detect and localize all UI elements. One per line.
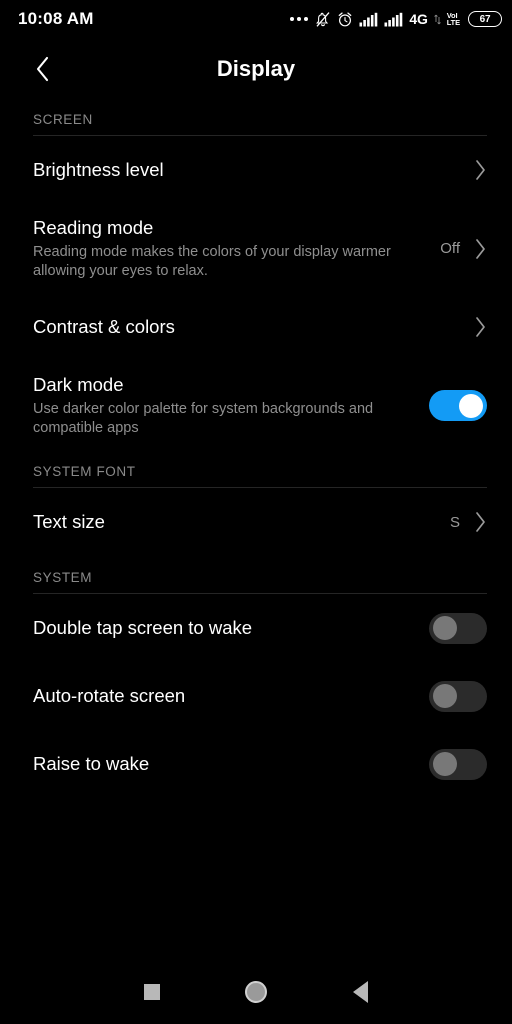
row-value: S — [449, 513, 460, 531]
row-title: Reading mode — [33, 217, 154, 238]
row-reading-mode[interactable]: Reading mode Reading mode makes the colo… — [0, 204, 512, 293]
toggle-thumb — [433, 752, 457, 776]
section-system: SYSTEM Double tap screen to wake Auto-ro… — [0, 556, 512, 798]
row-text: Dark mode Use darker color palette for s… — [33, 373, 429, 438]
row-text: Double tap screen to wake — [33, 616, 429, 640]
row-brightness-level[interactable]: Brightness level — [0, 136, 512, 204]
volte-icon: VoI LTE — [446, 11, 460, 27]
auto-rotate-screen-toggle[interactable] — [429, 680, 487, 712]
signal-bars-sim2-icon — [384, 12, 403, 27]
status-time: 10:08 AM — [18, 9, 94, 28]
row-title: Text size — [33, 511, 105, 532]
battery-icon: 67 — [468, 11, 502, 27]
row-title: Raise to wake — [33, 753, 150, 774]
row-title: Double tap screen to wake — [33, 617, 253, 638]
row-description: Use darker color palette for system back… — [33, 401, 374, 436]
square-recents-icon[interactable] — [128, 968, 176, 1016]
signal-bars-sim1-icon — [359, 12, 378, 27]
more-dots-icon — [290, 17, 309, 21]
section-header-screen: SCREEN — [33, 112, 93, 127]
row-auto-rotate-screen[interactable]: Auto-rotate screen — [0, 662, 512, 730]
battery-percent-label: 67 — [479, 13, 491, 25]
section-header-system-font: SYSTEM FONT — [33, 464, 136, 479]
row-text: Contrast & colors — [33, 315, 474, 339]
chevron-right-icon — [474, 511, 487, 533]
row-value: Off — [440, 240, 460, 257]
row-text: Text size — [33, 510, 450, 534]
row-contrast-and-colors[interactable]: Contrast & colors — [0, 293, 512, 361]
toggle-thumb — [459, 393, 483, 418]
notifications-muted-icon — [315, 11, 331, 28]
section-screen: SCREEN Brightness level Reading mode Rea… — [0, 98, 512, 450]
double-tap-screen-to-wake-toggle[interactable] — [429, 612, 487, 644]
navigation-bar — [0, 960, 512, 1024]
row-double-tap-screen-to-wake[interactable]: Double tap screen to wake — [0, 594, 512, 662]
status-icons-group: 4G VoI LTE 67 — [290, 11, 502, 28]
row-text: Brightness level — [33, 158, 474, 182]
row-title: Dark mode — [33, 374, 124, 395]
row-description: Reading mode makes the colors of your di… — [33, 244, 391, 279]
row-title: Brightness level — [33, 159, 164, 180]
settings-list[interactable]: SCREEN Brightness level Reading mode Rea… — [0, 98, 512, 960]
row-raise-to-wake[interactable]: Raise to wake — [0, 730, 512, 798]
raise-to-wake-toggle[interactable] — [429, 748, 487, 780]
row-dark-mode[interactable]: Dark mode Use darker color palette for s… — [0, 361, 512, 450]
row-text-size[interactable]: Text size S — [0, 488, 512, 556]
row-title: Contrast & colors — [33, 316, 175, 337]
network-type-label: 4G — [409, 11, 428, 27]
toggle-thumb — [433, 616, 457, 640]
page-title: Display — [216, 56, 296, 81]
row-text: Auto-rotate screen — [33, 684, 429, 708]
section-system-font: SYSTEM FONT Text size S — [0, 450, 512, 556]
chevron-right-icon — [474, 316, 487, 338]
section-header-system: SYSTEM — [33, 570, 93, 585]
toggle-thumb — [433, 684, 457, 708]
status-bar: 10:08 AM 4G VoI LTE 67 — [0, 0, 512, 38]
data-activity-arrows-icon — [433, 13, 441, 26]
app-bar: Display — [0, 40, 512, 98]
dark-mode-toggle[interactable] — [429, 390, 487, 421]
chevron-right-icon — [474, 159, 487, 181]
row-title: Auto-rotate screen — [33, 685, 186, 706]
volte-line-2: LTE — [446, 18, 460, 27]
row-text: Reading mode Reading mode makes the colo… — [33, 216, 440, 281]
chevron-right-icon — [474, 238, 487, 260]
circle-home-icon[interactable] — [232, 968, 280, 1016]
alarm-icon — [337, 11, 353, 28]
row-text: Raise to wake — [33, 752, 429, 776]
triangle-back-icon[interactable] — [336, 968, 384, 1016]
